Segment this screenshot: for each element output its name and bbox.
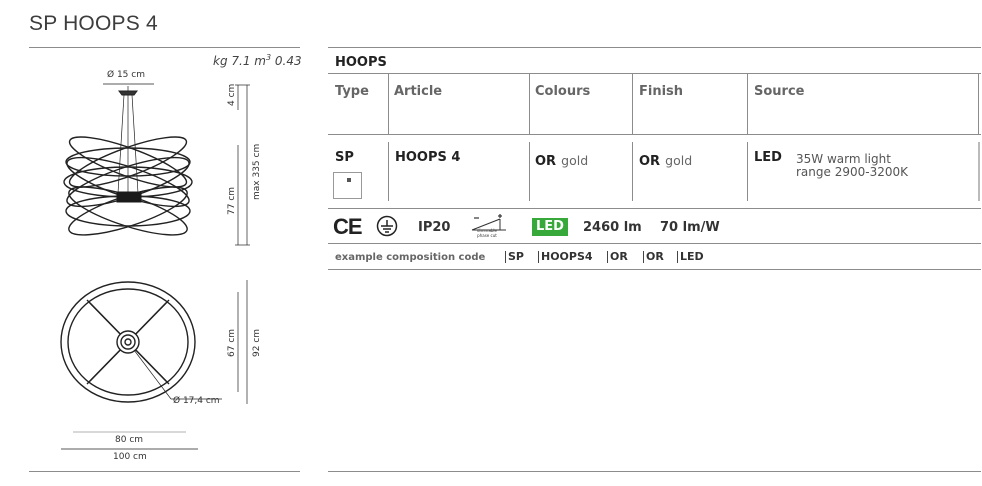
divider-right-bottom [328, 471, 981, 472]
finish-name: gold [665, 153, 693, 168]
ground-icon [376, 215, 398, 237]
col-sep [529, 142, 530, 201]
col-sep [632, 74, 633, 134]
cell-finish: OR gold [639, 150, 692, 169]
dim-base-diameter: Ø 17,4 cm [173, 396, 220, 406]
dim-body-height: 77 cm [227, 186, 237, 215]
finish-code: OR [639, 154, 661, 169]
col-sep [388, 74, 389, 134]
col-header-finish: Finish [639, 84, 684, 99]
specs-divider-top [328, 208, 981, 209]
dim-canopy-height: 4 cm [227, 83, 237, 106]
col-sep [388, 142, 389, 201]
lamp-thumbnail-icon [333, 172, 362, 199]
col-header-colours: Colours [535, 84, 591, 99]
driver-body [116, 191, 142, 203]
composition-part-colour: OR [607, 251, 628, 263]
col-sep [978, 142, 980, 201]
dim-inner-height: 67 cm [227, 328, 237, 357]
source-line-2: range 2900-3200K [796, 165, 908, 179]
led-badge: LED [532, 218, 568, 236]
cell-source-description: 35W warm light range 2900-3200K [796, 153, 908, 179]
col-sep [529, 74, 530, 134]
col-sep [632, 142, 633, 201]
colour-code: OR [535, 154, 557, 169]
col-sep [747, 74, 748, 134]
dim-outer-height: 92 cm [252, 328, 262, 357]
col-sep [747, 142, 748, 201]
canopy-shape [118, 90, 138, 96]
col-sep [978, 74, 979, 134]
ip-rating: IP20 [418, 220, 451, 235]
ce-mark-icon: CE [333, 214, 363, 239]
technical-drawing [60, 83, 250, 450]
composition-part-article: HOOPS4 [538, 251, 593, 263]
divider-right-top [328, 47, 981, 48]
colour-name: gold [561, 153, 589, 168]
table-row-divider [328, 134, 981, 135]
col-header-source: Source [754, 84, 805, 99]
thumbnail-dot [347, 178, 351, 182]
cell-type: SP [335, 150, 354, 165]
dim-outer-width: 100 cm [113, 452, 147, 462]
hoops-top-view [60, 281, 196, 403]
family-name: HOOPS [335, 55, 387, 70]
composition-part-finish: OR [643, 251, 664, 263]
cell-source-code: LED [754, 150, 782, 165]
col-header-type: Type [335, 84, 369, 99]
dimmable-line-2: phase cut [477, 233, 497, 238]
composition-label: example composition code [335, 252, 486, 263]
dimmable-caption: dimmable phase cut [477, 228, 497, 238]
composition-part-source: LED [677, 251, 704, 263]
dim-max-height: max 335 cm [252, 143, 262, 200]
cell-colours: OR gold [535, 150, 588, 169]
composition-part-type: SP [505, 251, 524, 263]
efficacy-value: 70 lm/W [660, 220, 720, 235]
col-header-article: Article [394, 84, 443, 99]
dim-canopy-diameter: Ø 15 cm [107, 70, 145, 80]
cell-article: HOOPS 4 [395, 150, 461, 165]
lumen-value: 2460 lm [583, 220, 642, 235]
composition-divider [328, 269, 981, 270]
table-header-divider [328, 73, 981, 74]
dim-inner-width: 80 cm [115, 435, 144, 445]
specs-divider-bottom [328, 243, 981, 244]
divider-left-bottom [29, 471, 300, 472]
